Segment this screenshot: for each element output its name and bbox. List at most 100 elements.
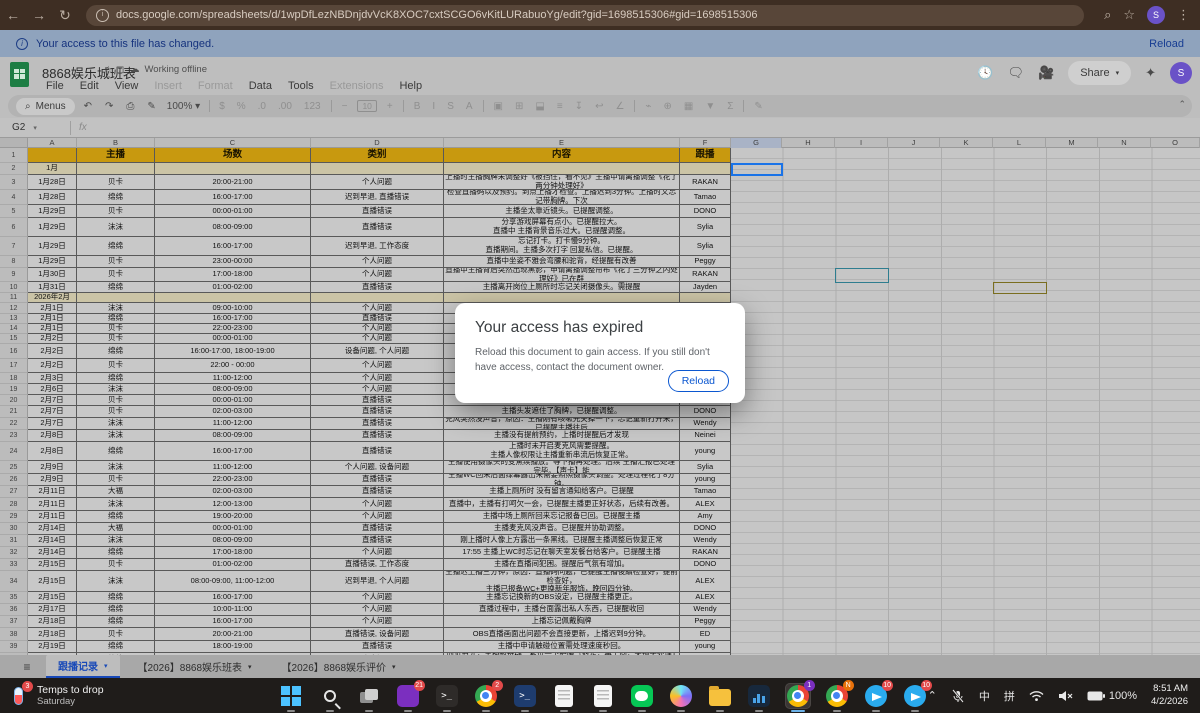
cell-e[interactable]: 刚上播时人像上方露出一条黑线。已提醒主播调整后恢复正常 — [444, 535, 680, 547]
cell-c[interactable]: 10:00-11:00 — [155, 604, 311, 616]
cell-f[interactable]: RAKAN — [680, 547, 731, 559]
cell-d[interactable]: 个人问题 — [311, 604, 444, 616]
cell-a[interactable]: 2月9日 — [28, 461, 77, 474]
task-manager[interactable] — [746, 683, 772, 709]
cell-b[interactable]: 绵绵 — [77, 616, 155, 628]
cell-b[interactable]: 贝卡 — [77, 628, 155, 641]
cell-e[interactable]: 主播头发遮住了胸牌，已提醒调整。 — [444, 406, 680, 418]
row-number[interactable]: 15 — [0, 334, 28, 344]
row-number[interactable]: 3 — [0, 175, 28, 190]
cell-f[interactable] — [680, 163, 731, 175]
row-number[interactable]: 4 — [0, 190, 28, 205]
column-header-L[interactable]: L — [993, 138, 1046, 148]
cell-e[interactable]: 上播时未开启麦克风需要提醒。 主播人像权限让主播重新串流后恢复正常。 — [444, 442, 680, 461]
cell-d[interactable]: 直播错误 — [311, 418, 444, 430]
cell-d[interactable]: 个人问题 — [311, 303, 444, 314]
row-number[interactable]: 28 — [0, 498, 28, 511]
cell-f[interactable]: young — [680, 474, 731, 486]
cell-f[interactable]: Neinei — [680, 430, 731, 442]
cell-b[interactable]: 绵绵 — [77, 604, 155, 616]
cell-a[interactable]: 1月31日 — [28, 282, 77, 293]
sheet-tab-2[interactable]: 【2026】8868娱乐班表▾ — [126, 656, 264, 677]
cell-d[interactable]: 个人问题 — [311, 592, 444, 604]
row-number[interactable]: 23 — [0, 430, 28, 442]
cell-b[interactable]: 贝卡 — [77, 205, 155, 218]
cell-f[interactable]: young — [680, 442, 731, 461]
cell-d[interactable] — [311, 293, 444, 303]
row-number[interactable]: 26 — [0, 474, 28, 486]
cell-b[interactable]: 贝卡 — [77, 324, 155, 334]
column-header-N[interactable]: N — [1098, 138, 1151, 148]
cell-e[interactable]: 主播使用摄像头的变焦续播放。等下播再处理。后续 主播汇报已处理完毕。【声卡】能 — [444, 461, 680, 474]
cell-e[interactable]: OBS直播画面出问题不会直接更新，上播迟到9分钟。 — [444, 628, 680, 641]
cell-a[interactable]: 2026年2月 — [28, 293, 77, 303]
cell-e[interactable]: 主播迟上播三分钟，原因：直播码问题，已提醒主播後續检查好，提前检查好， 主播已报… — [444, 571, 680, 592]
cell-a[interactable]: 2月15日 — [28, 592, 77, 604]
paint-format-icon[interactable]: ✎ — [145, 101, 157, 112]
cell-b[interactable]: 沫沫 — [77, 498, 155, 511]
cell-e[interactable]: 内容 — [444, 148, 680, 163]
cell-a[interactable]: 2月11日 — [28, 498, 77, 511]
cell-a[interactable]: 2月17日 — [28, 604, 77, 616]
copilot-app[interactable] — [668, 683, 694, 709]
cell-a[interactable]: 2月18日 — [28, 616, 77, 628]
cell-e[interactable]: 主播坐太靠近镜头。已提醒调整。 — [444, 205, 680, 218]
column-header-A[interactable]: A — [28, 138, 77, 148]
cell-f[interactable]: RAKAN — [680, 268, 731, 282]
bookmark-star-icon[interactable]: ☆ — [1123, 7, 1135, 23]
cell-d[interactable]: 直播错误, 工作态度 — [311, 559, 444, 571]
cell-f[interactable]: Wendy — [680, 418, 731, 430]
column-header-I[interactable]: I — [835, 138, 888, 148]
cell-f[interactable]: Tamao — [680, 486, 731, 498]
cell-d[interactable]: 个人问题 — [311, 547, 444, 559]
browser-menu-icon[interactable]: ⋮ — [1177, 7, 1190, 23]
cell-b[interactable]: 绵绵 — [77, 282, 155, 293]
row-number[interactable]: 33 — [0, 559, 28, 571]
cell-c[interactable]: 08:00-09:00, 11:00-12:00 — [155, 571, 311, 592]
table-row[interactable]: 352月15日绵绵16:00-17:00个人问题主播忘记换新的OBS设定，已提醒… — [0, 592, 1200, 604]
column-header-O[interactable]: O — [1151, 138, 1200, 148]
collapse-toolbar-icon[interactable]: ⌃ — [1178, 99, 1186, 110]
cell-c[interactable]: 16:00-17:00 — [155, 616, 311, 628]
table-row[interactable]: 272月11日大福02:00-03:00直播错误主播上厕所时 没有留言通知给客户… — [0, 486, 1200, 498]
cell-c[interactable]: 19:00-20:00 — [155, 511, 311, 523]
column-header-D[interactable]: D — [311, 138, 444, 148]
cell-b[interactable]: 沫沫 — [77, 535, 155, 547]
cell-c[interactable]: 09:00-10:00 — [155, 303, 311, 314]
row-number[interactable]: 14 — [0, 324, 28, 334]
row-number[interactable]: 24 — [0, 442, 28, 461]
cell-b[interactable]: 大福 — [77, 523, 155, 535]
column-header-M[interactable]: M — [1046, 138, 1098, 148]
cell-e[interactable]: 主播离开岗位上厕所时忘记关闭摄像头。需提醒 — [444, 282, 680, 293]
row-number[interactable]: 2 — [0, 163, 28, 175]
cell-a[interactable]: 1月29日 — [28, 205, 77, 218]
cell-b[interactable]: 绵绵 — [77, 442, 155, 461]
cell-b[interactable]: 绵绵 — [77, 547, 155, 559]
cell-f[interactable]: 跟播 — [680, 148, 731, 163]
cell-f[interactable]: DONO — [680, 406, 731, 418]
print-icon[interactable]: ⎙ — [124, 101, 136, 112]
table-row[interactable]: 212月7日贝卡02:00-03:00直播错误主播头发遮住了胸牌，已提醒调整。D… — [0, 406, 1200, 418]
cell-d[interactable]: 迟到早退, 工作态度 — [311, 237, 444, 256]
ime-language-button[interactable]: 中 — [979, 688, 990, 704]
cell-b[interactable]: 贝卡 — [77, 559, 155, 571]
cell-d[interactable]: 直播错误 — [311, 395, 444, 406]
cell-e[interactable]: 17:55 主播上WC时忘记在聊天室发餐台给客户。已提醒主播 — [444, 547, 680, 559]
cell-d[interactable]: 个人问题 — [311, 334, 444, 344]
cell-a[interactable]: 2月2日 — [28, 334, 77, 344]
row-number[interactable]: 21 — [0, 406, 28, 418]
cell-e[interactable]: 主播上厕所时 没有留言通知给客户。已提醒 — [444, 486, 680, 498]
cell-a[interactable]: 2月3日 — [28, 373, 77, 384]
tray-chevron-icon[interactable]: ⌃ — [928, 689, 937, 702]
cell-c[interactable] — [155, 293, 311, 303]
cell-b[interactable] — [77, 163, 155, 175]
cell-a[interactable]: 2月1日 — [28, 314, 77, 324]
cell-c[interactable]: 16:00-17:00 — [155, 190, 311, 205]
cell-c[interactable]: 17:00-18:00 — [155, 547, 311, 559]
row-number[interactable]: 35 — [0, 592, 28, 604]
cell-c[interactable]: 00:00-01:00 — [155, 205, 311, 218]
start-button[interactable] — [278, 683, 304, 709]
chrome-profile-2[interactable]: N — [824, 683, 850, 709]
line-app[interactable] — [629, 683, 655, 709]
cell-c[interactable]: 11:00-12:00 — [155, 418, 311, 430]
